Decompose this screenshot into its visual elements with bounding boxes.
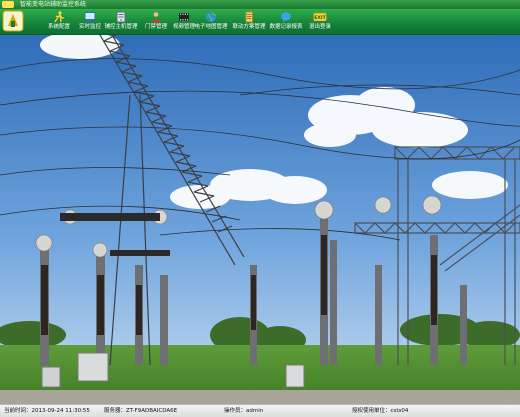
person-run-icon (54, 11, 64, 23)
toolbar-access-control-button[interactable]: 门禁管理 (141, 10, 171, 33)
globe-icon (206, 12, 217, 22)
monitor-icon (84, 12, 96, 23)
server-icon (116, 11, 126, 23)
toolbar-aux-host-button[interactable]: 辅控主机管理 (103, 10, 139, 33)
toolbar-system-config-button[interactable]: 系统配置 (44, 10, 74, 33)
status-licensee: 授权使用单位：csts04 (352, 408, 409, 414)
film-icon (179, 13, 189, 21)
status-operator: 操作员：admin (224, 408, 264, 414)
chat-bubble-icon (281, 12, 291, 23)
toolbar-data-report-button[interactable]: 数据记录报表 (267, 10, 305, 33)
status-server: 服务器：ZT-F9ADBAICDA6E (104, 408, 178, 414)
svg-text:EXIT: EXIT (314, 15, 326, 21)
exit-icon: EXIT (313, 12, 327, 22)
app-logo-icon (2, 10, 24, 32)
title-bar: 智能变电站辅助监控系统 (0, 0, 520, 9)
toolbar-linkage-plan-button[interactable]: 联动方案管理 (230, 10, 268, 33)
status-bar: 当前时间：2013-09-24 11:30:55 服务器：ZT-F9ADBAIC… (0, 404, 520, 417)
window-title: 智能变电站辅助监控系统 (20, 1, 87, 8)
app-icon (2, 1, 14, 8)
main-toolbar: 系统配置 实时监控 辅控主机管理 门禁管理 视频管理 电子地图管理 联动方案管理… (0, 9, 520, 35)
substation-picture (0, 35, 520, 404)
toolbar-logout-button[interactable]: EXIT 退出登录 (305, 10, 335, 33)
toolbar-realtime-monitor-button[interactable]: 实时监控 (75, 10, 105, 33)
document-icon (245, 11, 253, 23)
person-icon (151, 12, 161, 23)
toolbar-emap-button[interactable]: 电子地图管理 (193, 10, 229, 33)
status-time: 当前时间：2013-09-24 11:30:55 (4, 408, 90, 414)
substation-scene (0, 35, 520, 404)
